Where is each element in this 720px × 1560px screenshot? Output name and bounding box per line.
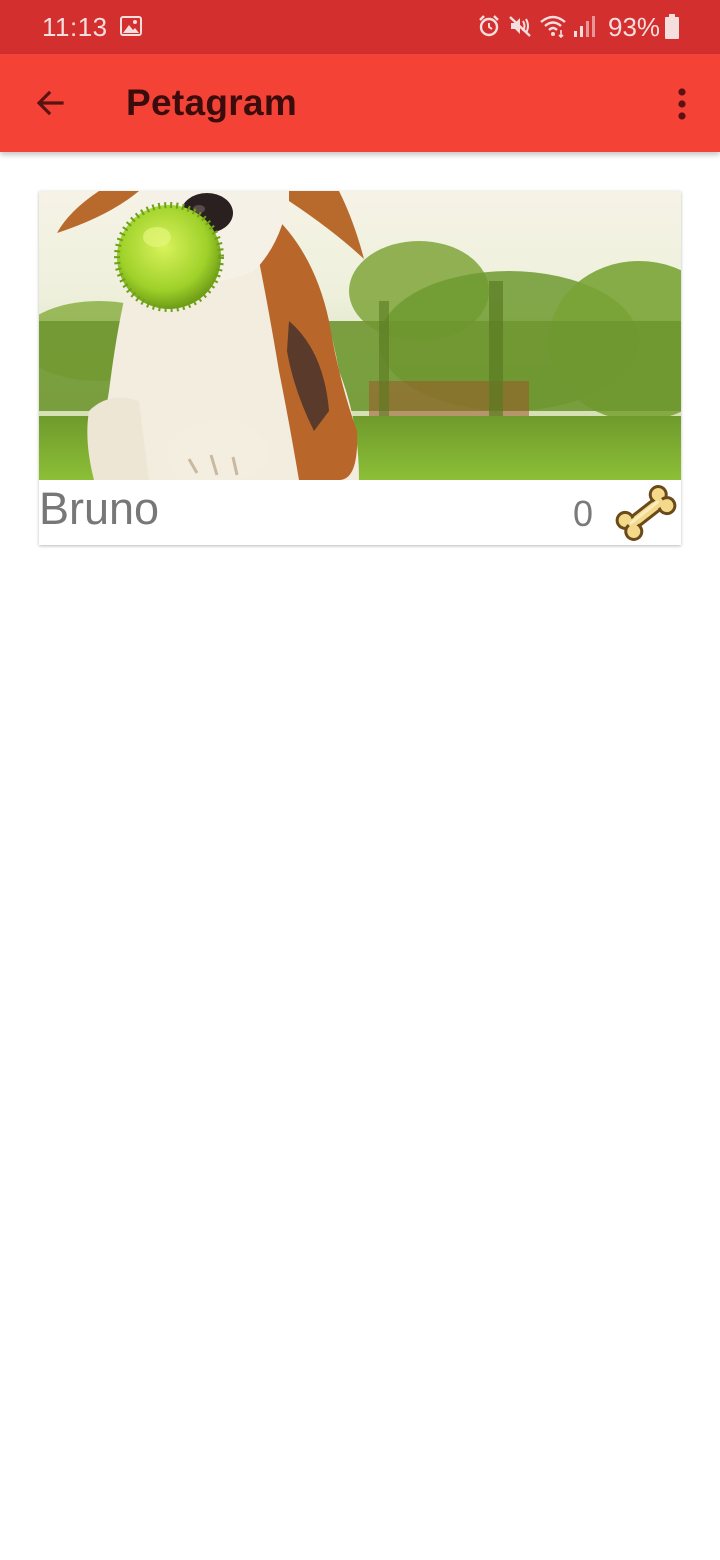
- like-bone-button[interactable]: [613, 483, 679, 543]
- signal-icon: [574, 16, 595, 37]
- battery-percent: 93%: [608, 12, 661, 42]
- arrow-back-icon: [36, 90, 64, 116]
- page-title: Petagram: [126, 82, 298, 123]
- image-icon: [120, 16, 142, 36]
- more-vert-icon: [678, 88, 686, 120]
- overflow-menu-button[interactable]: [660, 80, 704, 128]
- mute-icon: [509, 16, 531, 37]
- battery-icon: [665, 14, 679, 39]
- bone-icon: [615, 485, 677, 541]
- pet-name: Bruno: [39, 483, 160, 534]
- dog-photo: [39, 191, 681, 480]
- alarm-icon: [479, 15, 499, 37]
- like-count: 0: [573, 493, 594, 534]
- pet-photo: [39, 191, 681, 480]
- app-bar: Petagram: [0, 54, 720, 152]
- status-time: 11:13: [42, 12, 108, 42]
- pet-card[interactable]: Bruno 0: [39, 191, 681, 545]
- back-button[interactable]: [26, 79, 74, 127]
- wifi-icon: [540, 15, 566, 38]
- status-bar: 11:13 93%: [0, 0, 720, 54]
